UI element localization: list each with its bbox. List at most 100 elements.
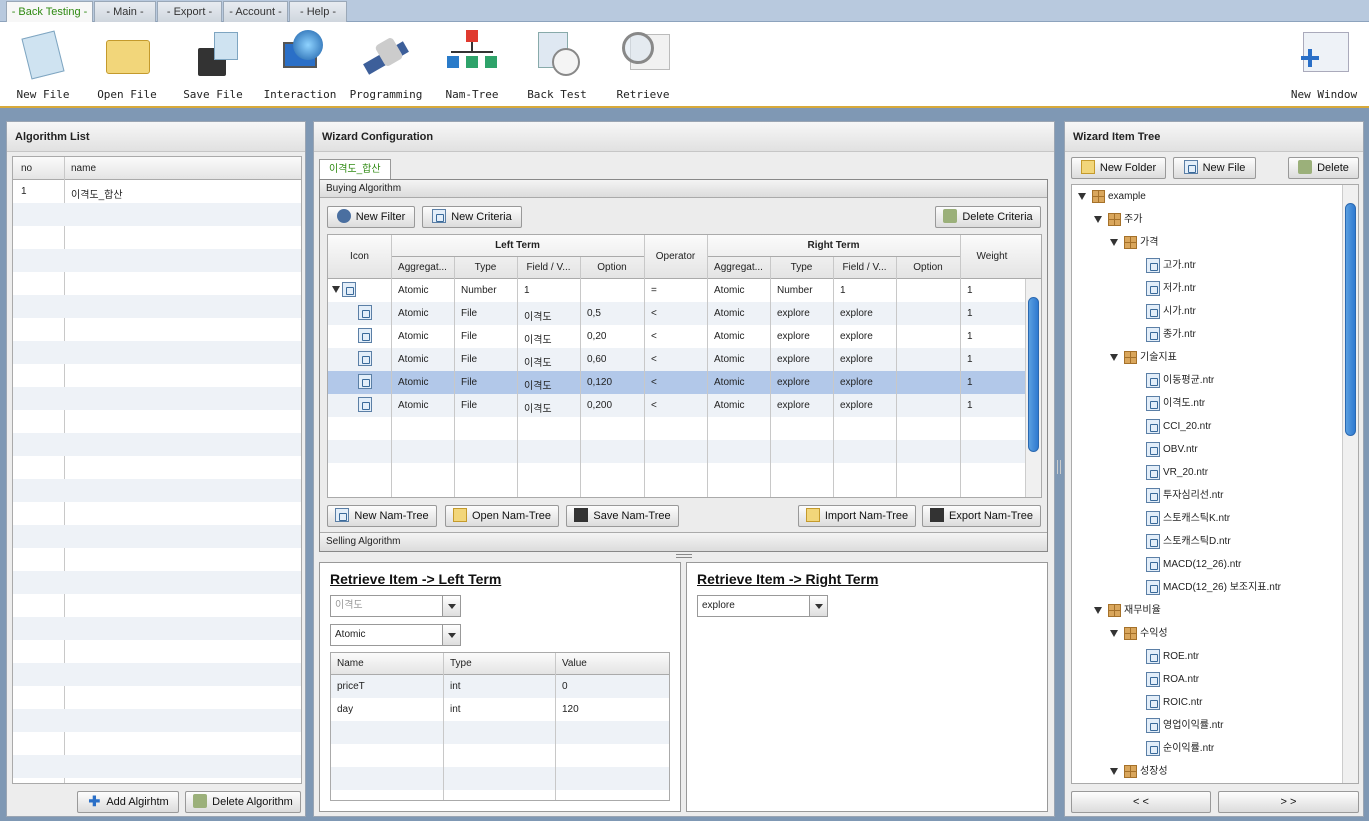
delete-algorithm-button[interactable]: Delete Algorithm (185, 791, 301, 813)
tree-file[interactable]: ROA.ntr (1146, 670, 1199, 690)
tree-folder[interactable]: 가격 (1110, 233, 1158, 253)
cell-r-type[interactable]: Number (777, 285, 813, 296)
expand-arrow-icon[interactable] (1078, 192, 1086, 200)
col-left-field[interactable]: Field / V... (517, 262, 580, 273)
param-value[interactable]: 0 (562, 681, 568, 692)
open-namtree-button[interactable]: Open Nam-Tree (445, 505, 559, 527)
tree-file[interactable]: 시가.ntr (1146, 302, 1196, 322)
right-term-combo[interactable]: explore (697, 595, 828, 617)
expand-arrow-icon[interactable] (1110, 353, 1118, 361)
cell-l-agg[interactable]: Atomic (398, 377, 429, 388)
back-test-tool[interactable]: Back Test (514, 26, 600, 101)
cell-r-agg[interactable]: Atomic (714, 285, 745, 296)
new-folder-button[interactable]: New Folder (1071, 157, 1166, 179)
interaction-tool[interactable]: Interaction (257, 26, 343, 101)
retrieve-tool[interactable]: Retrieve (600, 26, 686, 101)
cell-op[interactable]: < (651, 377, 657, 388)
col-right-type[interactable]: Type (770, 262, 833, 273)
criteria-icon[interactable] (358, 351, 375, 366)
chevron-down-icon[interactable] (809, 596, 827, 616)
cell-r-field[interactable]: explore (840, 308, 873, 319)
expand-arrow-icon[interactable] (1110, 238, 1118, 246)
criteria-row[interactable]: Atomic File 이격도 0,120 < Atomic explore explore 1 (328, 371, 1041, 394)
tab-back-testing[interactable]: - Back Testing - (6, 1, 93, 22)
tree-file[interactable]: 영업이익률.ntr (1146, 716, 1223, 736)
cell-l-type[interactable]: File (461, 400, 477, 411)
cell-l-type[interactable]: File (461, 308, 477, 319)
tree-folder[interactable]: 성장성 (1110, 762, 1168, 782)
cell-l-opt[interactable]: 0,200 (587, 400, 612, 411)
cell-r-field[interactable]: explore (840, 331, 873, 342)
cell-l-field[interactable]: 이격도 (524, 400, 552, 415)
buying-algorithm-label[interactable]: Buying Algorithm (320, 180, 1047, 198)
col-no[interactable]: no (21, 163, 32, 174)
cell-l-opt[interactable]: 0,60 (587, 354, 606, 365)
tree-file[interactable]: ROE.ntr (1146, 647, 1199, 667)
cell-l-type[interactable]: Number (461, 285, 497, 296)
new-file-button[interactable]: New File (1173, 157, 1256, 179)
cell-r-agg[interactable]: Atomic (714, 400, 745, 411)
tree-file[interactable]: VR_20.ntr (1146, 463, 1208, 483)
programming-tool[interactable]: Programming (343, 26, 429, 101)
new-window-tool[interactable]: New Window (1280, 26, 1368, 101)
cell-op[interactable]: = (651, 285, 657, 296)
tree-file[interactable]: 투자심리선.ntr (1146, 486, 1223, 506)
cell-op[interactable]: < (651, 308, 657, 319)
col-left-option[interactable]: Option (580, 262, 644, 273)
criteria-row[interactable]: Atomic Number 1 = Atomic Number 1 1 (328, 279, 1041, 302)
delete-criteria-button[interactable]: Delete Criteria (935, 206, 1041, 228)
previous-page-button[interactable]: < < (1071, 791, 1211, 813)
cell-op[interactable]: < (651, 331, 657, 342)
cell-weight[interactable]: 1 (967, 285, 973, 296)
criteria-row[interactable]: Atomic File 이격도 0,5 < Atomic explore explore 1 (328, 302, 1041, 325)
cell-l-field[interactable]: 이격도 (524, 331, 552, 346)
algorithm-tab[interactable]: 이격도_합산 (319, 159, 391, 179)
cell-r-field[interactable]: explore (840, 354, 873, 365)
left-field-combo[interactable]: 이격도 (330, 595, 461, 617)
parameter-row[interactable]: day int 120 (331, 698, 669, 721)
expand-arrow-icon[interactable] (1094, 215, 1102, 223)
splitter-handle[interactable] (676, 554, 692, 558)
import-namtree-button[interactable]: Import Nam-Tree (798, 505, 916, 527)
cell-weight[interactable]: 1 (967, 331, 973, 342)
criteria-row[interactable]: Atomic File 이격도 0,20 < Atomic explore explore 1 (328, 325, 1041, 348)
cell-weight[interactable]: 1 (967, 377, 973, 388)
criteria-icon[interactable] (358, 328, 375, 343)
expand-arrow-icon[interactable] (1110, 767, 1118, 775)
tree-file[interactable]: 이동평균.ntr (1146, 371, 1214, 391)
expand-arrow-icon[interactable] (1110, 629, 1118, 637)
cell-l-agg[interactable]: Atomic (398, 285, 429, 296)
tree-file[interactable]: 스토캐스틱D.ntr (1146, 532, 1231, 552)
cell-r-field[interactable]: explore (840, 377, 873, 388)
col-weight[interactable]: Weight (960, 251, 1024, 262)
save-file-tool[interactable]: Save File (170, 26, 256, 101)
cell-weight[interactable]: 1 (967, 354, 973, 365)
tab-help[interactable]: - Help - (289, 1, 347, 22)
tree-file[interactable]: 이격도.ntr (1146, 394, 1205, 414)
cell-op[interactable]: < (651, 400, 657, 411)
col-left-type[interactable]: Type (454, 262, 517, 273)
tree-folder[interactable]: 주가 (1094, 210, 1142, 230)
cell-l-opt[interactable]: 0,120 (587, 377, 612, 388)
cell-r-agg[interactable]: Atomic (714, 354, 745, 365)
criteria-row[interactable]: Atomic File 이격도 0,60 < Atomic explore explore 1 (328, 348, 1041, 371)
cell-l-field[interactable]: 이격도 (524, 308, 552, 323)
col-param-value[interactable]: Value (562, 658, 587, 669)
cell-l-agg[interactable]: Atomic (398, 308, 429, 319)
cell-l-type[interactable]: File (461, 377, 477, 388)
open-file-tool[interactable]: Open File (84, 26, 170, 101)
tree-scrollbar[interactable] (1342, 185, 1358, 783)
next-page-button[interactable]: > > (1218, 791, 1359, 813)
col-param-type[interactable]: Type (450, 658, 472, 669)
cell-weight[interactable]: 1 (967, 400, 973, 411)
tree-folder[interactable]: example (1078, 187, 1146, 207)
new-namtree-button[interactable]: New Nam-Tree (327, 505, 437, 527)
new-criteria-button[interactable]: New Criteria (422, 206, 522, 228)
cell-op[interactable]: < (651, 354, 657, 365)
param-value[interactable]: 120 (562, 704, 579, 715)
vertical-splitter-handle[interactable] (1057, 460, 1061, 474)
tree-file[interactable]: 스토캐스틱K.ntr (1146, 509, 1230, 529)
col-icon[interactable]: Icon (328, 251, 391, 262)
tree-file[interactable]: 저가.ntr (1146, 279, 1196, 299)
cell-l-field[interactable]: 1 (524, 285, 530, 296)
